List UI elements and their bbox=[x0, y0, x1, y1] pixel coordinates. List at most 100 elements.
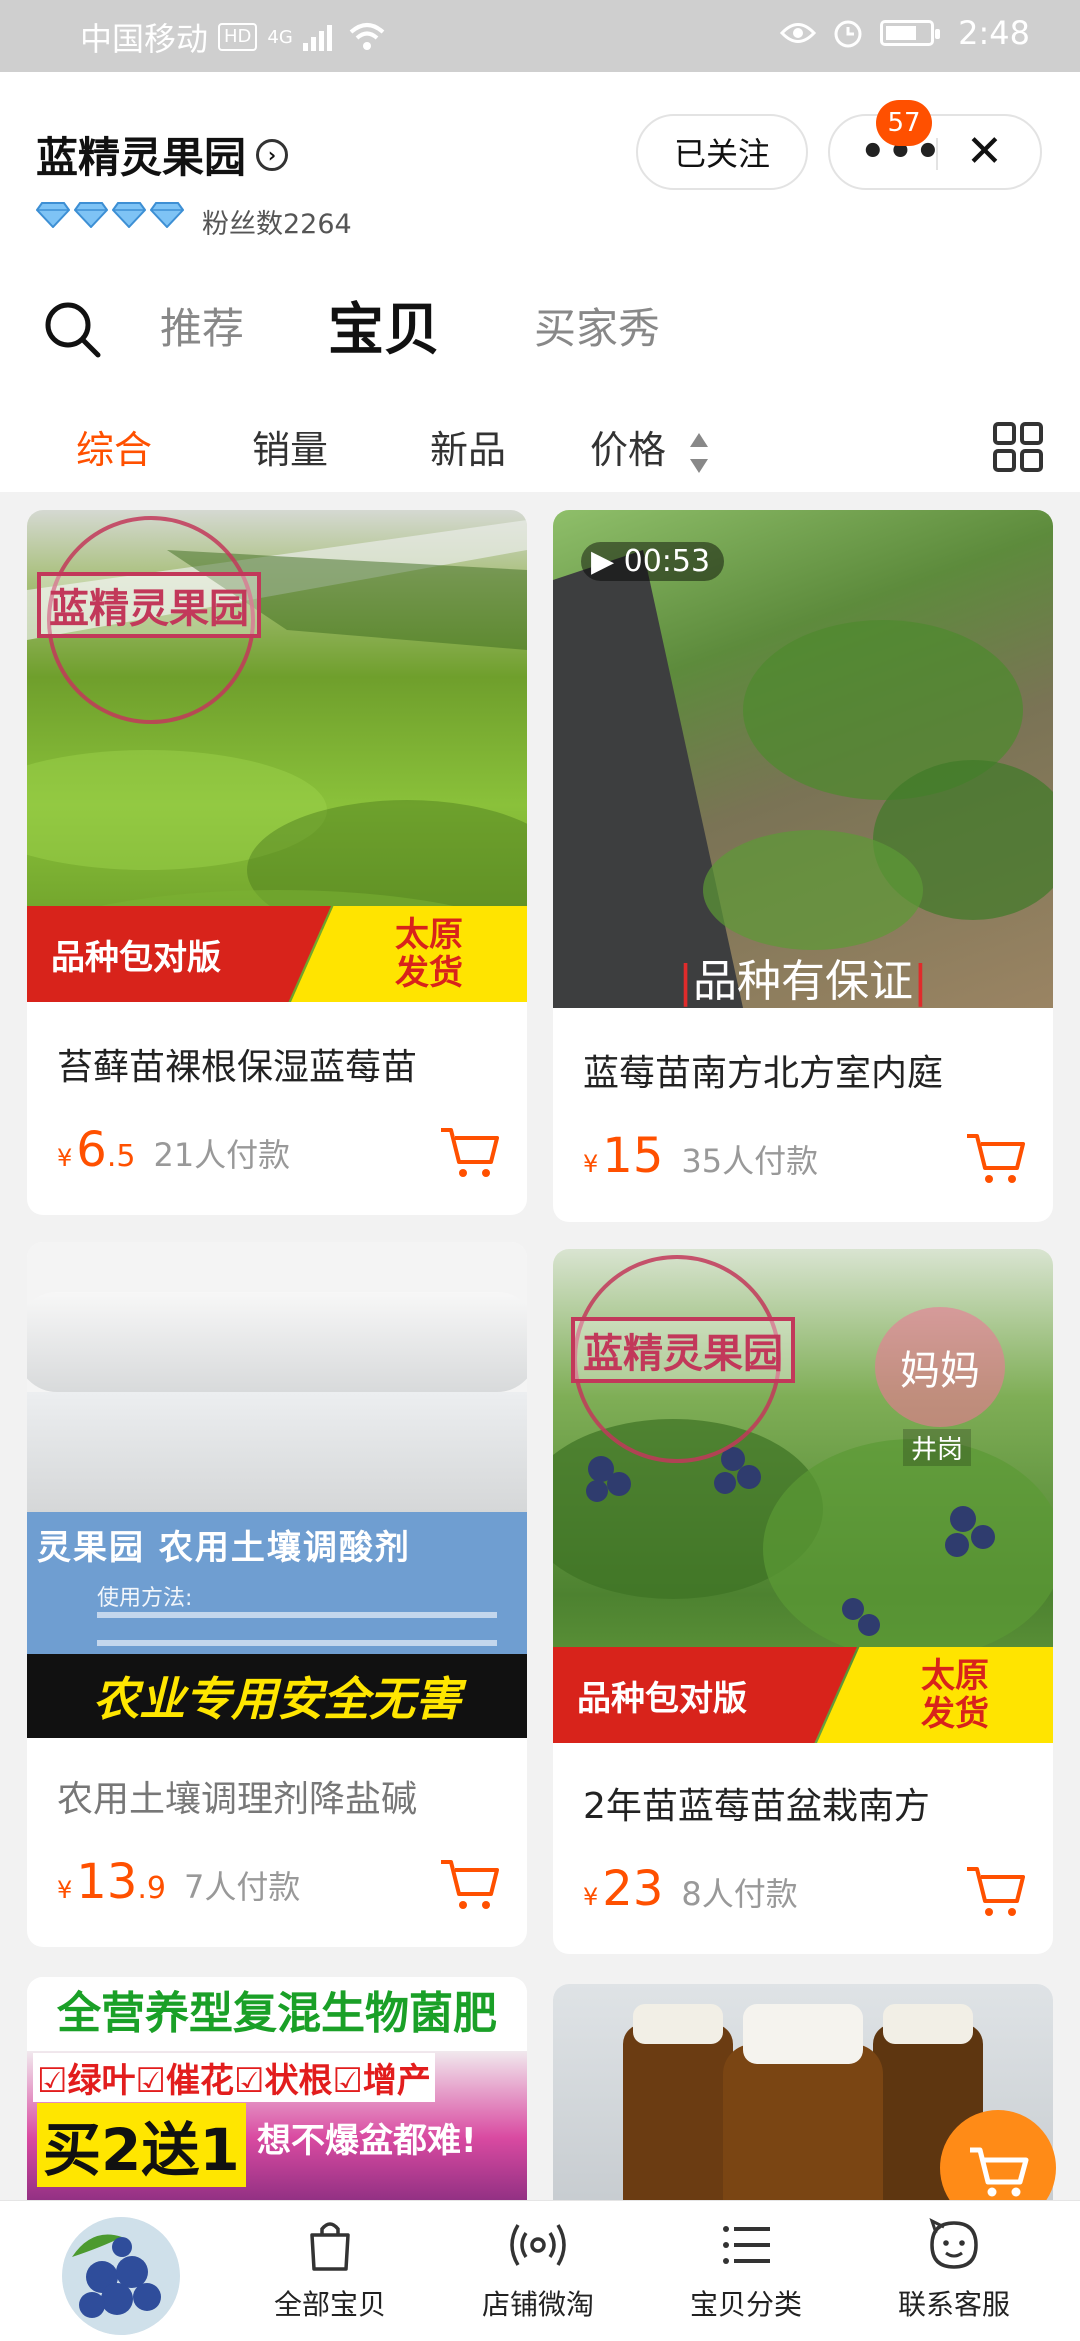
price-decimal: .9 bbox=[137, 1871, 166, 1906]
shop-name[interactable]: 蓝精灵果园 › bbox=[36, 124, 289, 185]
shopping-bag-icon bbox=[310, 2222, 350, 2271]
search-icon[interactable] bbox=[42, 299, 102, 359]
product-title: 农用土壤调理剂降盐碱 bbox=[57, 1779, 418, 1820]
jar-banner: 农业专用安全无害 bbox=[27, 1654, 527, 1738]
follow-button[interactable]: 已关注 bbox=[636, 114, 808, 190]
signal-icon bbox=[302, 25, 332, 51]
watermark-logo: 妈妈 bbox=[875, 1307, 1005, 1427]
bottle-cap bbox=[633, 2004, 723, 2044]
price-currency: ¥ bbox=[583, 1150, 599, 1178]
bottle bbox=[623, 2024, 733, 2207]
sold-count: 8人付款 bbox=[681, 1875, 798, 1913]
shop-tabs: 推荐 宝贝 买家秀 bbox=[0, 277, 1080, 367]
product-card[interactable]: 蓝精灵果园 妈妈 井岗 品种包对版 太原 发货 2年苗蓝莓苗盆栽南方 ¥ 23 8… bbox=[553, 1249, 1053, 1954]
nav-label: 联系客服 bbox=[897, 2288, 1010, 2321]
tab-recommend[interactable]: 推荐 bbox=[160, 295, 244, 356]
sort-new[interactable]: 新品 bbox=[430, 419, 506, 474]
header-actions: ••• ✕ bbox=[828, 114, 1042, 190]
bottle-cap bbox=[883, 2004, 973, 2044]
banner-right: 太原 发货 bbox=[817, 1647, 1053, 1743]
clock: 2:48 bbox=[958, 14, 1030, 52]
jar-label-title: 灵果园 农用土壤调酸剂 bbox=[37, 1528, 411, 1568]
list-icon bbox=[723, 2226, 770, 2264]
jar-lid bbox=[27, 1292, 527, 1392]
alarm-icon bbox=[834, 20, 862, 48]
image-promo: 买2送1 bbox=[37, 2103, 246, 2187]
sold-count: 35人付款 bbox=[681, 1142, 819, 1180]
nav-all-products[interactable]: 全部宝贝 bbox=[240, 2215, 420, 2323]
product-title: 蓝莓苗南方北方室内庭 bbox=[583, 1053, 944, 1094]
sort-price[interactable]: 价格 bbox=[590, 419, 710, 475]
sold-count: 7人付款 bbox=[183, 1868, 301, 1906]
watermark-sub: 井岗 bbox=[903, 1429, 972, 1466]
price-integer: 15 bbox=[602, 1128, 664, 1184]
close-icon[interactable]: ✕ bbox=[966, 128, 1003, 176]
product-banner: 品种包对版 太原 发货 bbox=[27, 906, 527, 1002]
bottle-cap bbox=[743, 2004, 863, 2064]
chevron-right-icon: › bbox=[256, 138, 289, 171]
shop-rating-diamonds bbox=[36, 202, 184, 228]
status-right: 2:48 bbox=[780, 14, 1030, 52]
image-tags: ☑绿叶☑催花☑状根☑增产 bbox=[33, 2053, 435, 2102]
network-type: 4G bbox=[267, 26, 293, 48]
product-image: 全营养型复混生物菌肥 ☑绿叶☑催花☑状根☑增产 买2送1 想不爆盆都难! bbox=[27, 1977, 527, 2207]
price-integer: 6 bbox=[76, 1122, 107, 1178]
nav-customer-service[interactable]: 联系客服 bbox=[864, 2215, 1044, 2323]
product-title: 2年苗蓝莓苗盆栽南方 bbox=[583, 1786, 930, 1827]
avatar[interactable] bbox=[62, 2217, 180, 2335]
price-currency: ¥ bbox=[583, 1883, 599, 1911]
diamond-icon bbox=[74, 202, 108, 228]
product-image: 蓝精灵果园 品种包对版 太原 发货 bbox=[27, 510, 527, 1002]
nav-label: 全部宝贝 bbox=[273, 2288, 386, 2321]
product-image: 蓝精灵果园 妈妈 井岗 品种包对版 太原 发货 bbox=[553, 1249, 1053, 1743]
add-to-cart-icon[interactable] bbox=[965, 1130, 1027, 1186]
shop-name-text: 蓝精灵果园 bbox=[36, 133, 247, 182]
video-duration: ▶ 00:53 bbox=[581, 542, 725, 581]
product-video-thumbnail: ▶ 00:53 |品种有保证| bbox=[553, 510, 1053, 1008]
add-to-cart-icon[interactable] bbox=[439, 1856, 501, 1912]
jar-usage-title: 使用方法: bbox=[97, 1586, 193, 1611]
diamond-icon bbox=[112, 202, 146, 228]
divider bbox=[936, 138, 938, 170]
tab-products[interactable]: 宝贝 bbox=[328, 285, 440, 366]
banner-right-line1: 太原 bbox=[921, 1656, 989, 1696]
field-pattern bbox=[553, 550, 1053, 1008]
banner-left: 品种包对版 bbox=[553, 1647, 857, 1743]
sort-sales[interactable]: 销量 bbox=[252, 419, 328, 474]
product-card[interactable]: 蓝精灵果园 品种包对版 太原 发货 苔藓苗裸根保湿蓝莓苗 ¥ 6 .5 21人付款 bbox=[27, 510, 527, 1215]
image-overlay: |品种有保证| bbox=[678, 956, 928, 1007]
price-integer: 23 bbox=[602, 1861, 664, 1917]
product-card[interactable]: 全营养型复混生物菌肥 ☑绿叶☑催花☑状根☑增产 买2送1 想不爆盆都难! bbox=[27, 1977, 527, 2207]
product-card[interactable]: 灵果园 农用土壤调酸剂 使用方法: 农业专用安全无害 农用土壤调理剂降盐碱 ¥ … bbox=[27, 1242, 527, 1947]
sold-count: 21人付款 bbox=[153, 1136, 291, 1174]
status-left: 中国移动 HD 4G bbox=[80, 14, 387, 60]
image-headline: 全营养型复混生物菌肥 bbox=[27, 1977, 527, 2051]
price-currency: ¥ bbox=[57, 1144, 73, 1172]
tab-buyer-show[interactable]: 买家秀 bbox=[534, 295, 660, 356]
banner-right-line2: 发货 bbox=[921, 1694, 989, 1734]
video-duration-text: 00:53 bbox=[623, 544, 711, 579]
image-overlay-text: 品种有保证 bbox=[693, 956, 913, 1007]
banner-right: 太原 发货 bbox=[291, 906, 527, 1002]
shop-header: 蓝精灵果园 › 粉丝数2264 已关注 ••• ✕ 57 推荐 宝贝 买家秀 综… bbox=[0, 72, 1080, 492]
sort-comprehensive[interactable]: 综合 bbox=[76, 419, 152, 474]
add-to-cart-icon[interactable] bbox=[965, 1863, 1027, 1919]
eye-icon bbox=[780, 23, 817, 43]
add-to-cart-icon[interactable] bbox=[439, 1124, 501, 1180]
nav-shop-feed[interactable]: 店铺微淘 bbox=[448, 2215, 628, 2323]
fans-count: 粉丝数2264 bbox=[202, 209, 352, 240]
sort-bar: 综合 销量 新品 价格 bbox=[0, 407, 1080, 487]
notification-badge: 57 bbox=[876, 100, 932, 146]
banner-right-line2: 发货 bbox=[395, 953, 463, 993]
status-bar: 中国移动 HD 4G 2:48 bbox=[0, 0, 1080, 72]
product-card[interactable]: ▶ 00:53 |品种有保证| 蓝莓苗南方北方室内庭 ¥ 15 35人付款 bbox=[553, 510, 1053, 1222]
diamond-icon bbox=[150, 202, 184, 228]
sort-arrows-icon bbox=[690, 432, 709, 473]
carrier-label: 中国移动 bbox=[80, 20, 209, 58]
image-slogan: 想不爆盆都难! bbox=[257, 2121, 477, 2161]
product-price: ¥ 13 .9 7人付款 bbox=[57, 1854, 300, 1910]
grid-view-icon[interactable] bbox=[992, 421, 1044, 473]
nav-categories[interactable]: 宝贝分类 bbox=[656, 2215, 836, 2323]
product-image: 灵果园 农用土壤调酸剂 使用方法: 农业专用安全无害 bbox=[27, 1242, 527, 1738]
product-price: ¥ 15 35人付款 bbox=[583, 1128, 818, 1184]
